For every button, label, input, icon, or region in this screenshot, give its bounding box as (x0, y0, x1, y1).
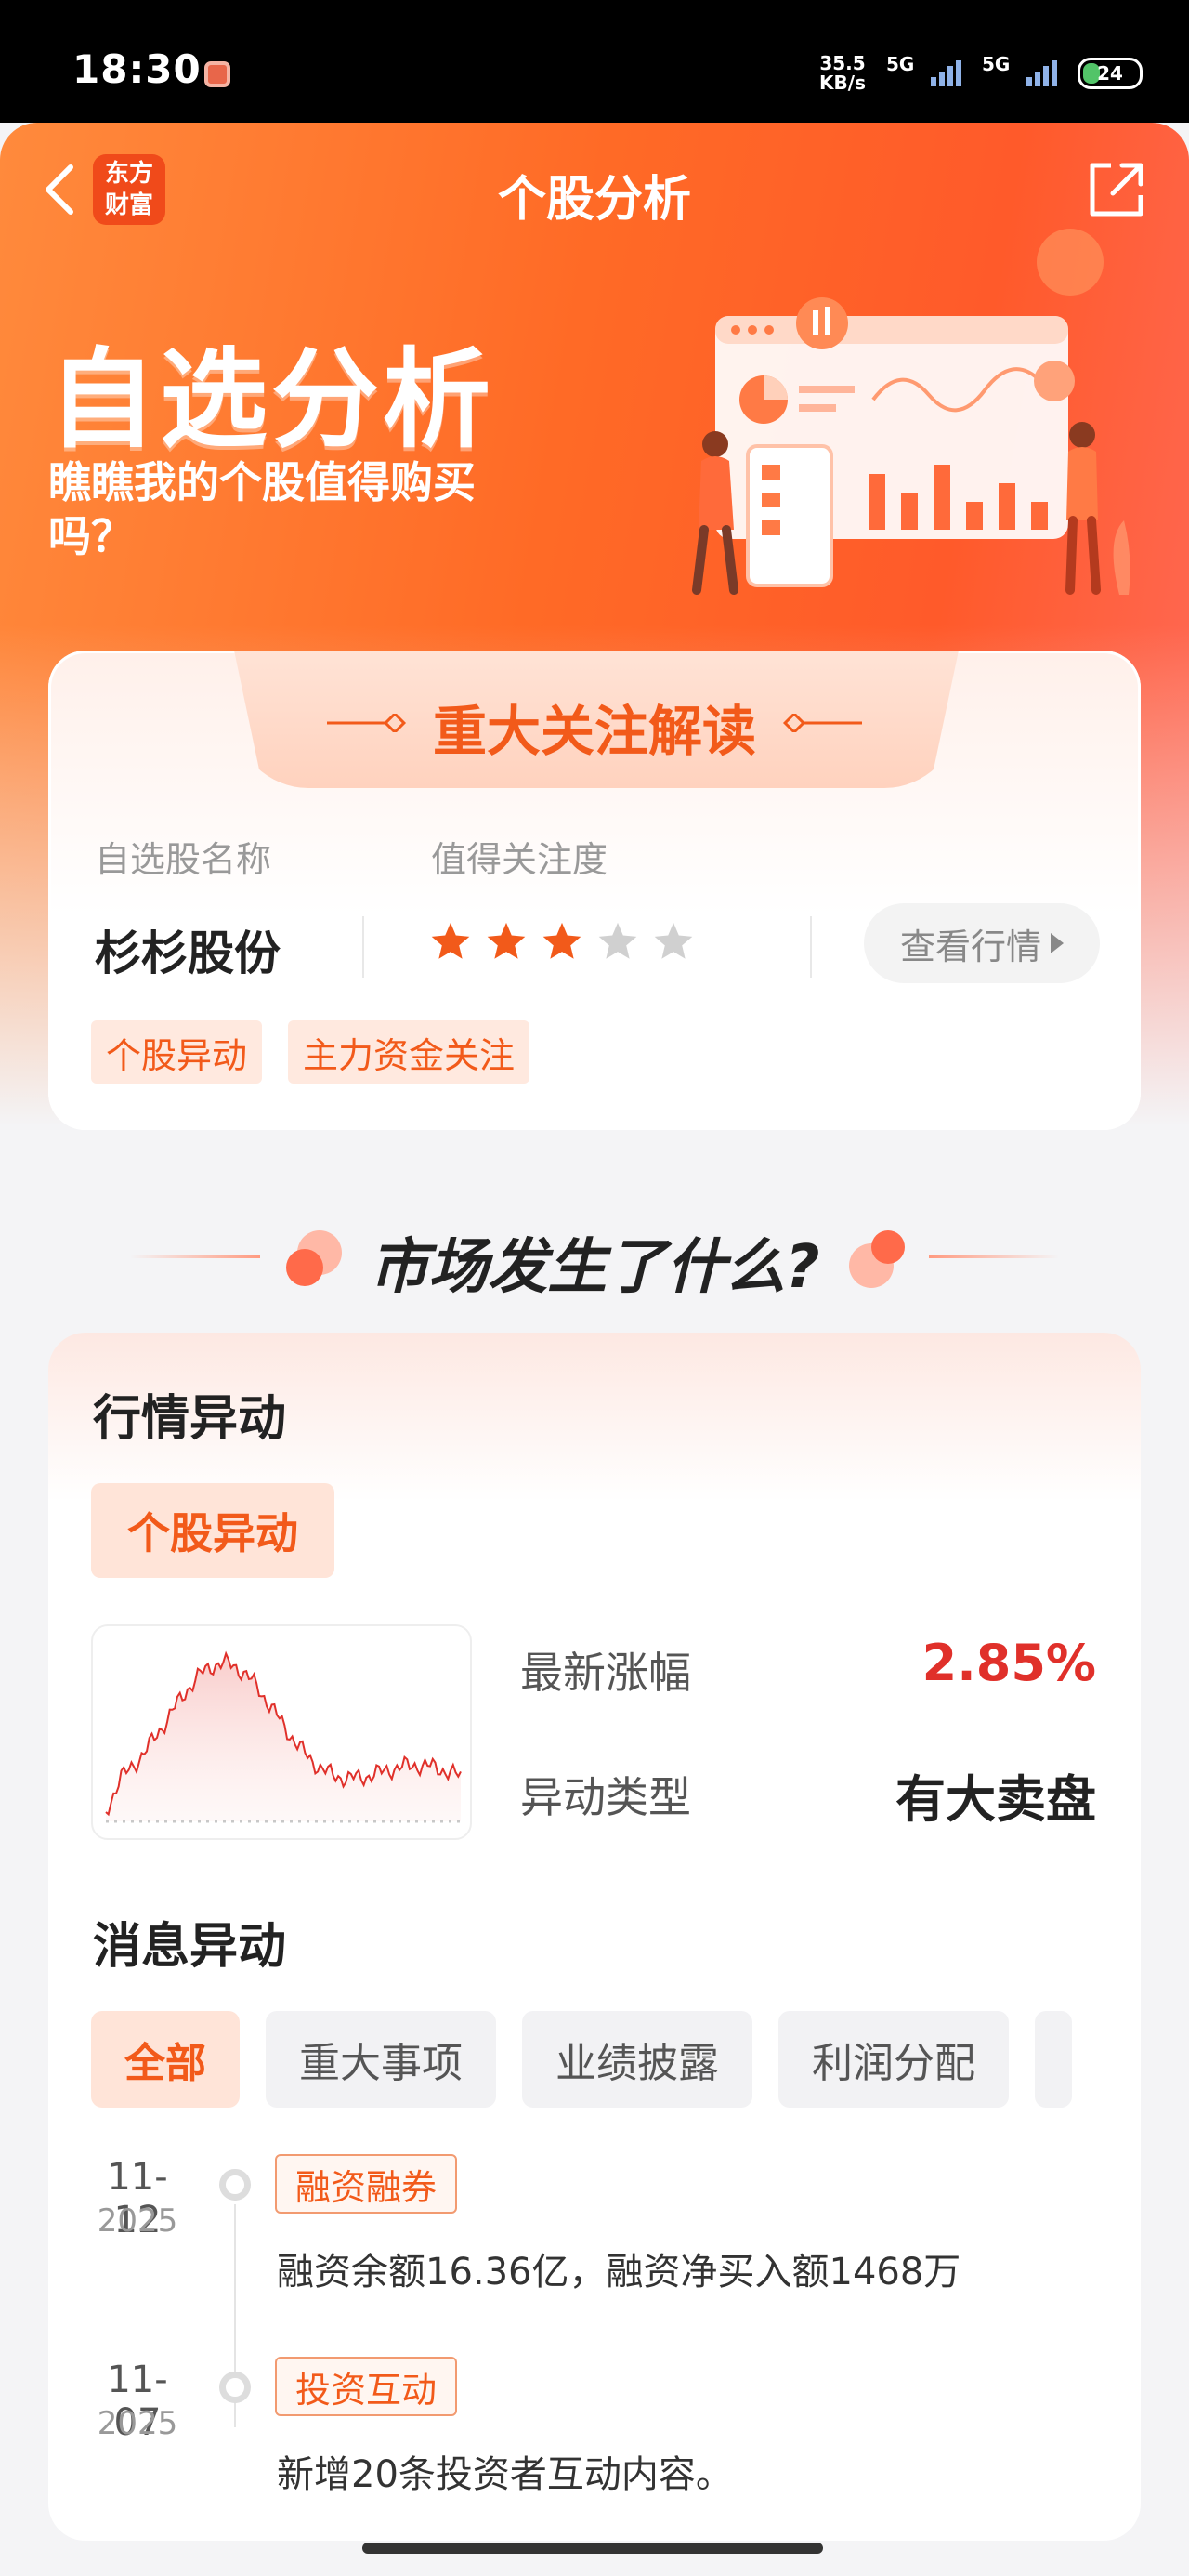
news-year: 2025 (97, 2405, 178, 2442)
battery-icon: 24 (1078, 58, 1143, 89)
hero-subtitle: 瞧瞧我的个股值得购买吗？ (48, 457, 476, 561)
hero-title: 自选分析 (48, 337, 494, 463)
news-text: 融资余额16.36亿，融资净买入额1468万 (277, 2251, 961, 2293)
chart-area (106, 1653, 461, 1821)
star-filled-icon (431, 922, 470, 959)
news-move-heading: 消息异动 (93, 1919, 287, 1975)
intraday-chart-svg (105, 1650, 462, 1823)
divider (810, 916, 812, 978)
attention-rating (429, 920, 695, 963)
news-text: 新增20条投资者互动内容。 (277, 2453, 733, 2496)
filter-tab-earnings[interactable]: 业绩披露 (522, 2011, 752, 2108)
market-card: 行情异动 个股异动 最新涨幅 2.85% 异动类型 有大卖盘 消息异动 全部 重… (48, 1333, 1141, 2541)
divider (362, 916, 364, 978)
caret-right-icon (1051, 933, 1064, 953)
title-decoration-right-icon (782, 714, 862, 732)
sim2-signal-icon: 5G (982, 53, 1057, 86)
section-title: 市场发生了什么? (369, 1233, 820, 1302)
network-speed-value: 35.5 (819, 52, 866, 74)
notification-app-icon (204, 61, 230, 87)
news-tag: 融资融券 (275, 2154, 458, 2214)
timeline-dot-icon (219, 2169, 251, 2201)
sim1-signal-icon: 5G (886, 53, 961, 86)
filter-tab-major-events[interactable]: 重大事项 (266, 2011, 496, 2108)
page-title: 个股分析 (497, 172, 691, 228)
move-type-value: 有大卖盘 (895, 1770, 1096, 1829)
network-speed: 35.5 KB/s (819, 54, 866, 93)
focus-tag[interactable]: 主力资金关注 (288, 1020, 530, 1084)
divider (929, 1255, 1059, 1258)
star-filled-icon (487, 922, 526, 959)
focus-tag[interactable]: 个股异动 (91, 1020, 263, 1084)
section-heading: 市场发生了什么? (0, 1208, 1189, 1302)
latest-change-label: 最新涨幅 (520, 1648, 691, 1698)
stock-move-pill[interactable]: 个股异动 (91, 1483, 334, 1578)
view-quote-label: 查看行情 (899, 926, 1041, 967)
view-quote-button[interactable]: 查看行情 (864, 903, 1100, 983)
sim2-label: 5G (982, 53, 1011, 75)
intraday-mini-chart[interactable] (91, 1624, 472, 1840)
news-year: 2025 (97, 2202, 178, 2240)
focus-card: 重大关注解读 自选股名称 值得关注度 杉杉股份 查看行情 个股异动 主力资金关注 (48, 651, 1141, 1130)
filter-tab-dividends[interactable]: 利润分配 (778, 2011, 1009, 2108)
focus-title: 重大关注解读 (432, 700, 756, 763)
battery-level: 24 (1097, 62, 1123, 85)
status-time: 18:30 (72, 46, 202, 92)
status-bar: 18:30 35.5 KB/s 5G 5G 24 (0, 0, 1189, 123)
network-speed-unit: KB/s (819, 72, 866, 94)
star-empty-icon (598, 922, 637, 959)
news-tag: 投资互动 (275, 2357, 458, 2416)
share-icon[interactable] (1083, 156, 1150, 223)
attention-label: 值得关注度 (431, 839, 608, 880)
star-empty-icon (654, 922, 693, 959)
sim1-label: 5G (886, 53, 915, 75)
focus-tags: 个股异动 主力资金关注 (91, 1020, 530, 1084)
news-filter-tabs: 全部 重大事项 业绩披露 利润分配 (91, 2011, 1072, 2108)
status-icons: 35.5 KB/s 5G 5G 24 (819, 50, 1143, 97)
bubble-decoration-icon (849, 1230, 905, 1288)
timeline-dot-icon (219, 2372, 251, 2403)
home-indicator[interactable] (362, 2543, 823, 2554)
stock-name: 杉杉股份 (95, 927, 281, 980)
analysis-illustration (692, 229, 1130, 595)
star-filled-icon (542, 922, 581, 959)
filter-tab-more[interactable] (1035, 2011, 1072, 2108)
move-type-label: 异动类型 (520, 1772, 691, 1822)
filter-tab-all[interactable]: 全部 (91, 2011, 240, 2108)
stock-name-label: 自选股名称 (95, 839, 272, 880)
latest-change-value: 2.85% (921, 1634, 1096, 1692)
market-move-heading: 行情异动 (93, 1391, 287, 1447)
